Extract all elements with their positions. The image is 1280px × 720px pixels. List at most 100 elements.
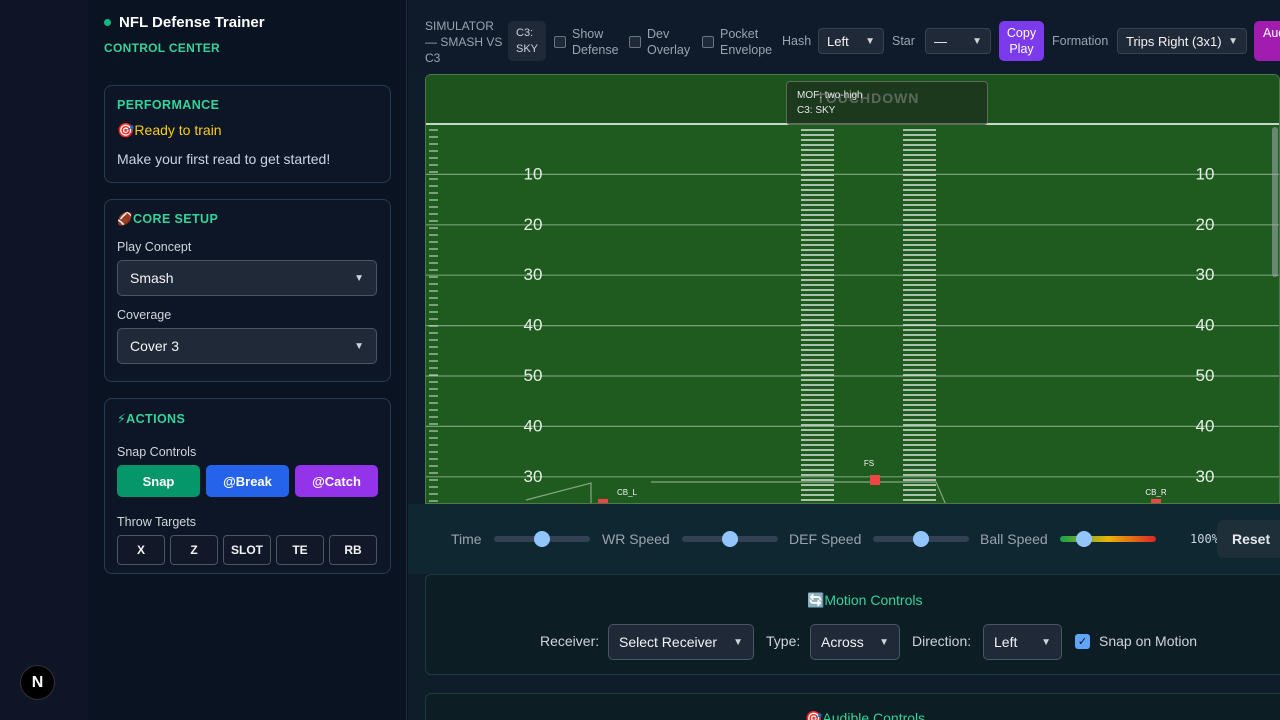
formation-value: Trips Right (3x1) — [1126, 33, 1222, 49]
sidebar: NFL Defense Trainer CONTROL CENTER PERFO… — [88, 0, 407, 720]
yard-number-left: 30 — [524, 467, 543, 486]
yard-number-right: 30 — [1196, 265, 1215, 284]
audible-controls-title: 🎯Audible Controls — [805, 710, 926, 720]
yard-number-right: 30 — [1196, 467, 1215, 486]
defender-label: CB_R — [1145, 488, 1167, 497]
motion-controls-panel: 🔄Motion Controls Receiver: Select Receiv… — [425, 574, 1280, 675]
snap-controls-label: Snap Controls — [117, 445, 197, 459]
copy-play-button[interactable]: Copy Play — [999, 21, 1044, 61]
star-label: Star — [892, 34, 915, 48]
yard-number-right: 40 — [1196, 316, 1215, 335]
play-concept-label: Play Concept — [117, 240, 192, 254]
def-speed-slider-group: DEF Speed — [789, 531, 970, 547]
yard-number-left: 40 — [524, 416, 543, 435]
field-canvas[interactable]: TOUCHDOWN1010202030304040505040403030FSC… — [426, 75, 1280, 504]
checkbox-icon[interactable] — [554, 36, 566, 48]
wr-speed-label: WR Speed — [602, 531, 670, 547]
show-defense-toggle[interactable]: Show Defense — [554, 26, 622, 58]
snap-on-motion-checkbox[interactable]: ✓ — [1075, 634, 1090, 649]
checkbox-icon[interactable] — [629, 36, 641, 48]
target-te-button[interactable]: TE — [276, 535, 324, 565]
yard-number-left: 50 — [524, 366, 543, 385]
defender-marker — [870, 475, 880, 485]
receiver-select[interactable]: Select Receiver ▼ — [608, 624, 754, 660]
throw-targets-label: Throw Targets — [117, 515, 196, 529]
dev-overlay-toggle[interactable]: Dev Overlay — [629, 26, 697, 58]
football-field[interactable]: TOUCHDOWN1010202030304040505040403030FSC… — [425, 74, 1280, 504]
actions-title: ⚡ACTIONS — [117, 412, 186, 426]
star-select[interactable]: — ▼ — [925, 28, 991, 54]
target-slot-button[interactable]: SLOT — [223, 535, 271, 565]
wr-speed-slider[interactable] — [681, 531, 778, 547]
time-label: Time — [451, 531, 482, 547]
core-setup-title: 🏈CORE SETUP — [117, 212, 219, 226]
reset-button[interactable]: Reset — [1217, 520, 1280, 558]
time-slider-group: Time — [451, 531, 590, 547]
motion-type-select[interactable]: Across ▼ — [810, 624, 900, 660]
app-title: NFL Defense Trainer — [119, 14, 265, 31]
yard-number-right: 10 — [1196, 164, 1215, 183]
receiver-label: Receiver: — [540, 633, 600, 649]
type-label: Type: — [766, 633, 801, 649]
yard-number-right: 50 — [1196, 366, 1215, 385]
performance-title: PERFORMANCE — [117, 98, 220, 112]
pocket-envelope-toggle[interactable]: Pocket Envelope — [702, 26, 774, 58]
coverage-select[interactable]: Cover 3 ▼ — [117, 328, 377, 364]
yard-number-left: 30 — [524, 265, 543, 284]
coverage-tooltip: MOF: two-high C3: SKY — [786, 81, 988, 125]
def-speed-label: DEF Speed — [789, 531, 862, 547]
core-setup-panel: 🏈CORE SETUP Play Concept Smash ▼ Coverag… — [104, 199, 391, 382]
target-rb-button[interactable]: RB — [329, 535, 377, 565]
coverage-value: Cover 3 — [130, 338, 180, 354]
tooltip-coverage: C3: SKY — [797, 105, 836, 116]
motion-type-value: Across — [821, 634, 864, 650]
chevron-down-icon: ▼ — [354, 340, 364, 352]
yard-number-left: 10 — [524, 164, 543, 183]
audible-controls-panel: 🎯Audible Controls — [425, 693, 1280, 720]
direction-select[interactable]: Left ▼ — [983, 624, 1062, 660]
def-speed-slider-thumb[interactable] — [913, 531, 930, 547]
dev-badge-icon[interactable]: N — [20, 665, 55, 700]
star-value: — — [934, 33, 947, 49]
time-slider[interactable] — [493, 531, 590, 547]
brand: NFL Defense Trainer — [104, 14, 265, 31]
yard-number-right: 40 — [1196, 416, 1215, 435]
hash-select[interactable]: Left ▼ — [818, 28, 884, 54]
ball-speed-slider[interactable] — [1059, 531, 1156, 547]
simulator-title: SIMULATOR — SMASH VS C3 — [425, 19, 503, 65]
checkbox-icon[interactable] — [702, 36, 714, 48]
chevron-down-icon: ▼ — [733, 636, 743, 648]
defender-label: FS — [864, 459, 874, 468]
performance-message: Make your first read to get started! — [117, 151, 331, 167]
direction-value: Left — [994, 634, 1018, 650]
field-scrollbar — [1272, 127, 1278, 277]
target-x-button[interactable]: X — [117, 535, 165, 565]
motion-controls-title: 🔄Motion Controls — [807, 592, 923, 608]
hash-label: Hash — [782, 34, 812, 48]
hash-value: Left — [827, 33, 849, 49]
catch-button[interactable]: @Catch — [295, 465, 378, 497]
defender-label: CB_L — [617, 488, 638, 497]
performance-panel: PERFORMANCE 🎯Ready to train Make your fi… — [104, 85, 391, 183]
audible-button[interactable]: Audible — [1254, 21, 1280, 61]
chevron-down-icon: ▼ — [354, 272, 364, 284]
dev-overlay-label: Dev Overlay — [647, 27, 691, 57]
yard-number-left: 40 — [524, 316, 543, 335]
break-button[interactable]: @Break — [206, 465, 289, 497]
wr-speed-slider-thumb[interactable] — [721, 531, 738, 547]
app-subtitle: CONTROL CENTER — [104, 41, 220, 55]
time-slider-thumb[interactable] — [533, 531, 550, 547]
def-speed-slider[interactable] — [873, 531, 970, 547]
status-dot-icon — [104, 19, 111, 26]
yard-number-left: 20 — [524, 215, 543, 234]
chevron-down-icon: ▼ — [879, 636, 889, 648]
chevron-down-icon: ▼ — [865, 35, 875, 47]
chevron-down-icon: ▼ — [972, 35, 982, 47]
ball-speed-slider-thumb[interactable] — [1075, 531, 1092, 547]
play-concept-value: Smash — [130, 270, 174, 286]
snap-button[interactable]: Snap — [117, 465, 200, 497]
performance-status: 🎯Ready to train — [117, 122, 222, 138]
formation-select[interactable]: Trips Right (3x1) ▼ — [1117, 28, 1247, 54]
target-z-button[interactable]: Z — [170, 535, 218, 565]
play-concept-select[interactable]: Smash ▼ — [117, 260, 377, 296]
